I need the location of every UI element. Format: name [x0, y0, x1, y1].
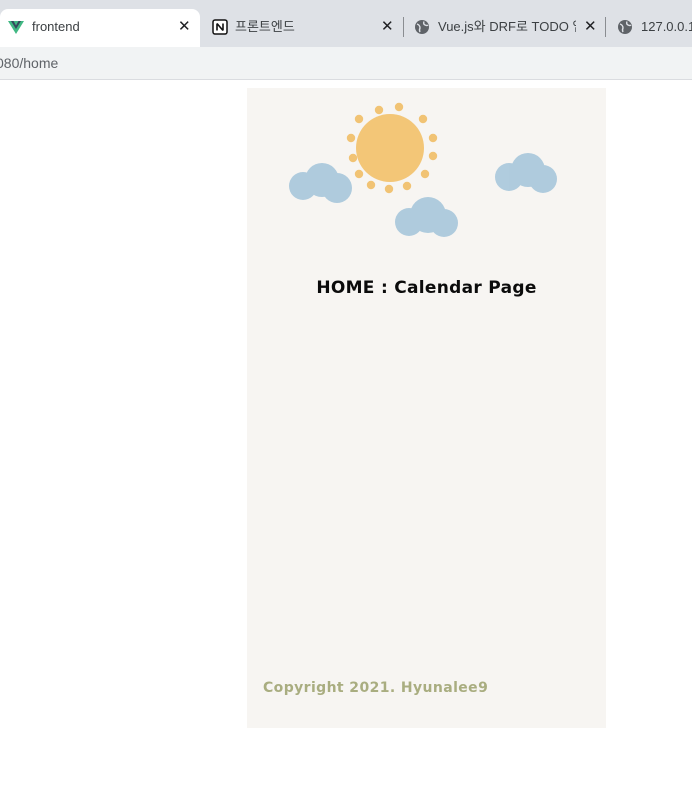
weather-illustration: [289, 102, 557, 237]
cloud-icon: [289, 163, 352, 203]
tab-strip: frontend ✕ 프론트엔드 ✕ Vue.js와 DRF로 TODO 앱 ✕…: [0, 0, 692, 47]
globe-icon: [415, 20, 429, 34]
close-icon[interactable]: ✕: [584, 18, 597, 34]
address-bar[interactable]: 080/home: [0, 47, 692, 80]
close-icon[interactable]: ✕: [178, 18, 191, 34]
tab-vue-drf-todo[interactable]: Vue.js와 DRF로 TODO 앱 ✕: [404, 9, 604, 47]
tab-frontend-notion[interactable]: 프론트엔드 ✕: [202, 9, 402, 47]
tab-title: 127.0.0.1:: [641, 19, 692, 34]
vue-logo-icon: [8, 21, 24, 34]
cloud-icon: [395, 197, 458, 237]
sun-icon: [346, 102, 438, 194]
copyright-footer: Copyright 2021. Hyunalee9: [263, 680, 489, 696]
page-title: HOME : Calendar Page: [316, 278, 537, 298]
notion-logo-icon: [212, 19, 228, 35]
tab-title: frontend: [32, 19, 80, 34]
calendar-page-panel: HOME : Calendar Page Copyright 2021. Hyu…: [247, 88, 606, 728]
globe-icon: [618, 20, 632, 34]
url-text[interactable]: 080/home: [0, 54, 58, 72]
tab-localhost[interactable]: 127.0.0.1:: [606, 9, 692, 47]
tab-frontend[interactable]: frontend ✕: [0, 9, 200, 47]
tab-title: Vue.js와 DRF로 TODO 앱: [438, 19, 576, 34]
tab-title: 프론트엔드: [235, 19, 295, 34]
cloud-icon: [495, 153, 557, 193]
close-icon[interactable]: ✕: [381, 18, 394, 34]
